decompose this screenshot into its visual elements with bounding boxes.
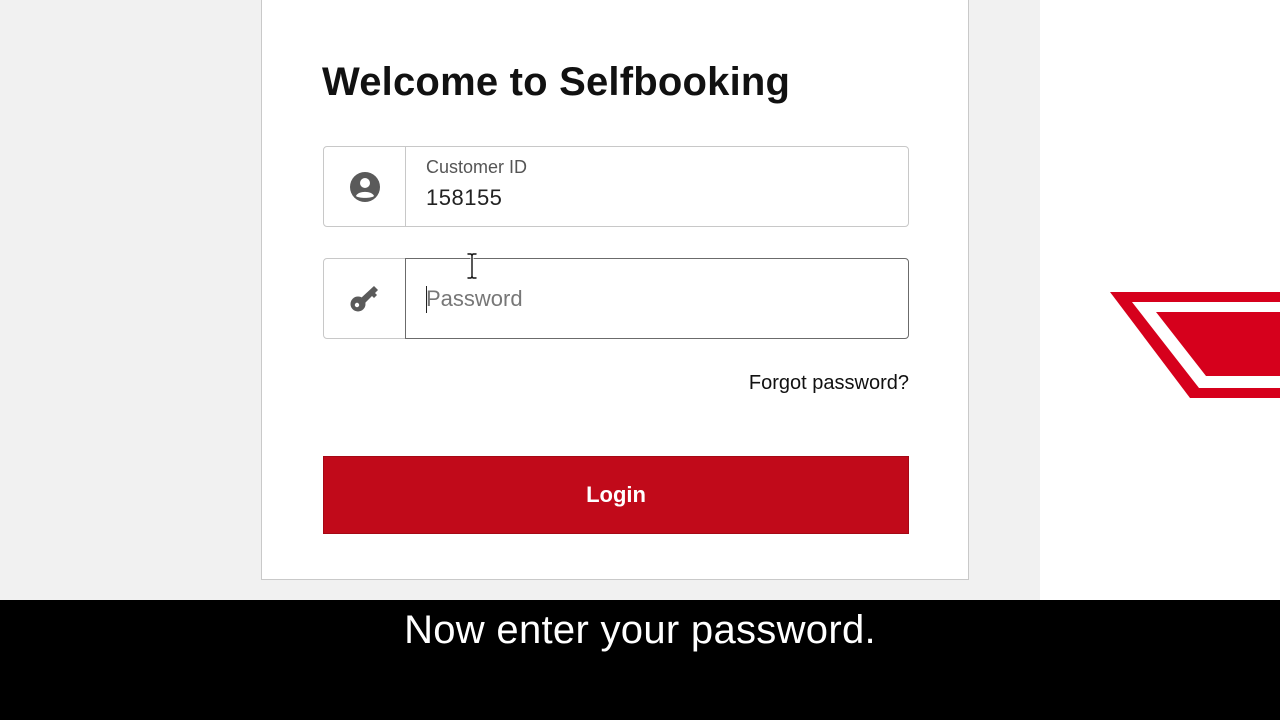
subtitle-text: Now enter your password. [404,608,876,652]
customer-id-icon-box [323,146,406,227]
customer-id-label: Customer ID [426,157,528,177]
customer-id-input[interactable]: Customer ID 158155 [405,146,909,227]
page-title: Welcome to Selfbooking [322,60,791,104]
password-input-box[interactable] [405,258,909,339]
text-caret [426,286,427,313]
customer-id-field: Customer ID 158155 [323,146,909,227]
password-field [323,258,909,339]
password-input[interactable] [406,259,908,338]
ibeam-cursor-icon [466,252,478,280]
user-circle-icon [349,171,380,202]
customer-id-value: 158155 [426,185,503,210]
subtitle-bar: Now enter your password. [0,600,1280,720]
forgot-password-link[interactable]: Forgot password? [749,372,909,395]
key-icon [350,285,378,311]
brand-logo-mark [1110,292,1280,398]
password-icon-box [323,258,406,339]
login-button[interactable]: Login [323,456,909,534]
screen: Welcome to Selfbooking Customer ID 15815… [0,0,1280,720]
